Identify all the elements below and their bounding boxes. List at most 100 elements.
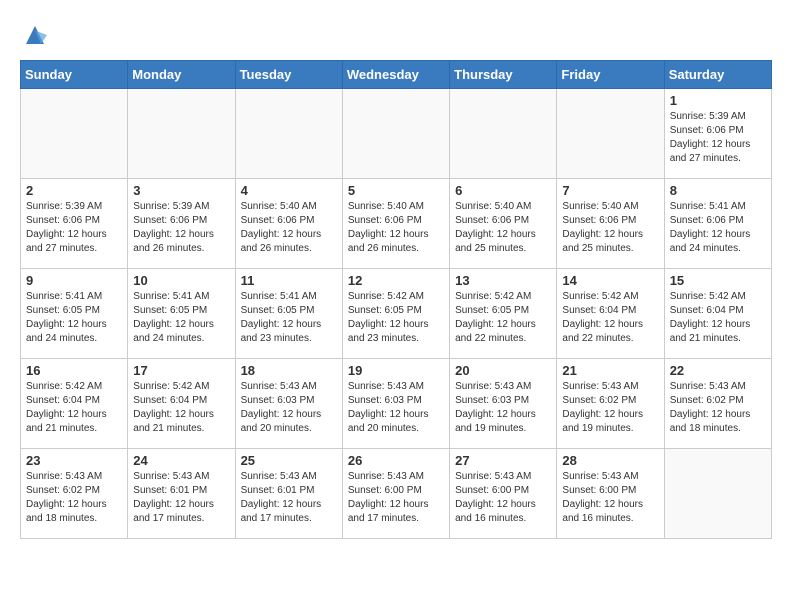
calendar-cell: 20 Sunrise: 5:43 AM Sunset: 6:03 PM Dayli… — [450, 359, 557, 449]
calendar-cell: 24Sunrise: 5:43 AM Sunset: 6:01 PM Dayli… — [128, 449, 235, 539]
calendar-cell: 18 Sunrise: 5:43 AM Sunset: 6:03 PM Dayli… — [235, 359, 342, 449]
calendar-table: SundayMondayTuesdayWednesdayThursdayFrid… — [20, 60, 772, 539]
day-info: Sunrise: 5:43 AM Sunset: 6:03 PM Dayligh… — [348, 380, 444, 436]
calendar-cell: 5 Sunrise: 5:40 AM Sunset: 6:06 PM Daylig… — [342, 179, 449, 269]
day-info: Sunrise: 5:40 AM Sunset: 6:06 PM Dayligh… — [562, 200, 658, 256]
day-info: Sunrise: 5:40 AM Sunset: 6:06 PM Dayligh… — [348, 200, 444, 256]
day-info: Sunrise: 5:43 AM Sunset: 6:02 PM Dayligh… — [562, 380, 658, 436]
calendar-week-row: 23 Sunrise: 5:43 AM Sunset: 6:02 PM Dayli… — [21, 449, 772, 539]
day-info: Sunrise: 5:41 AM Sunset: 6:05 PM Dayligh… — [133, 290, 229, 346]
calendar-week-row: 2Sunrise: 5:39 AM Sunset: 6:06 PM Daylig… — [21, 179, 772, 269]
calendar-week-row: 1 Sunrise: 5:39 AM Sunset: 6:06 PM Daylig… — [21, 89, 772, 179]
day-info: Sunrise: 5:39 AM Sunset: 6:06 PM Dayligh… — [26, 200, 122, 256]
calendar-cell: 2Sunrise: 5:39 AM Sunset: 6:06 PM Daylig… — [21, 179, 128, 269]
day-info: Sunrise: 5:43 AM Sunset: 6:02 PM Dayligh… — [26, 470, 122, 526]
day-info: Sunrise: 5:42 AM Sunset: 6:04 PM Dayligh… — [562, 290, 658, 346]
day-info: Sunrise: 5:43 AM Sunset: 6:01 PM Dayligh… — [133, 470, 229, 526]
calendar-cell: 22 Sunrise: 5:43 AM Sunset: 6:02 PM Dayli… — [664, 359, 771, 449]
day-number: 14 — [562, 273, 658, 288]
calendar-week-row: 9 Sunrise: 5:41 AM Sunset: 6:05 PM Daylig… — [21, 269, 772, 359]
calendar-cell: 8 Sunrise: 5:41 AM Sunset: 6:06 PM Daylig… — [664, 179, 771, 269]
day-number: 28 — [562, 453, 658, 468]
calendar-cell: 6 Sunrise: 5:40 AM Sunset: 6:06 PM Daylig… — [450, 179, 557, 269]
logo — [20, 20, 54, 50]
day-info: Sunrise: 5:41 AM Sunset: 6:05 PM Dayligh… — [26, 290, 122, 346]
day-info: Sunrise: 5:43 AM Sunset: 6:03 PM Dayligh… — [241, 380, 337, 436]
day-info: Sunrise: 5:41 AM Sunset: 6:06 PM Dayligh… — [670, 200, 766, 256]
calendar-cell — [21, 89, 128, 179]
weekday-header: Saturday — [664, 61, 771, 89]
day-number: 13 — [455, 273, 551, 288]
weekday-header: Tuesday — [235, 61, 342, 89]
calendar-cell: 23 Sunrise: 5:43 AM Sunset: 6:02 PM Dayli… — [21, 449, 128, 539]
day-info: Sunrise: 5:43 AM Sunset: 6:00 PM Dayligh… — [562, 470, 658, 526]
day-number: 20 — [455, 363, 551, 378]
day-number: 26 — [348, 453, 444, 468]
calendar-cell: 27 Sunrise: 5:43 AM Sunset: 6:00 PM Dayli… — [450, 449, 557, 539]
day-info: Sunrise: 5:41 AM Sunset: 6:05 PM Dayligh… — [241, 290, 337, 346]
calendar-cell — [128, 89, 235, 179]
day-info: Sunrise: 5:42 AM Sunset: 6:05 PM Dayligh… — [455, 290, 551, 346]
calendar-cell: 10 Sunrise: 5:41 AM Sunset: 6:05 PM Dayli… — [128, 269, 235, 359]
day-info: Sunrise: 5:42 AM Sunset: 6:04 PM Dayligh… — [670, 290, 766, 346]
day-number: 11 — [241, 273, 337, 288]
day-number: 25 — [241, 453, 337, 468]
calendar-cell: 26 Sunrise: 5:43 AM Sunset: 6:00 PM Dayli… — [342, 449, 449, 539]
day-info: Sunrise: 5:42 AM Sunset: 6:04 PM Dayligh… — [26, 380, 122, 436]
day-number: 1 — [670, 93, 766, 108]
day-number: 27 — [455, 453, 551, 468]
day-number: 22 — [670, 363, 766, 378]
calendar-cell: 28 Sunrise: 5:43 AM Sunset: 6:00 PM Dayli… — [557, 449, 664, 539]
day-number: 21 — [562, 363, 658, 378]
calendar-cell: 13 Sunrise: 5:42 AM Sunset: 6:05 PM Dayli… — [450, 269, 557, 359]
day-number: 5 — [348, 183, 444, 198]
calendar-cell: 7 Sunrise: 5:40 AM Sunset: 6:06 PM Daylig… — [557, 179, 664, 269]
day-number: 9 — [26, 273, 122, 288]
day-number: 18 — [241, 363, 337, 378]
day-info: Sunrise: 5:43 AM Sunset: 6:02 PM Dayligh… — [670, 380, 766, 436]
day-number: 4 — [241, 183, 337, 198]
calendar-cell: 1 Sunrise: 5:39 AM Sunset: 6:06 PM Daylig… — [664, 89, 771, 179]
calendar-cell — [342, 89, 449, 179]
calendar-cell: 12Sunrise: 5:42 AM Sunset: 6:05 PM Dayli… — [342, 269, 449, 359]
day-number: 19 — [348, 363, 444, 378]
day-info: Sunrise: 5:43 AM Sunset: 6:00 PM Dayligh… — [455, 470, 551, 526]
day-info: Sunrise: 5:40 AM Sunset: 6:06 PM Dayligh… — [241, 200, 337, 256]
calendar-cell: 19 Sunrise: 5:43 AM Sunset: 6:03 PM Dayli… — [342, 359, 449, 449]
day-number: 3 — [133, 183, 229, 198]
weekday-header: Wednesday — [342, 61, 449, 89]
day-info: Sunrise: 5:43 AM Sunset: 6:03 PM Dayligh… — [455, 380, 551, 436]
calendar-cell: 9 Sunrise: 5:41 AM Sunset: 6:05 PM Daylig… — [21, 269, 128, 359]
day-info: Sunrise: 5:40 AM Sunset: 6:06 PM Dayligh… — [455, 200, 551, 256]
calendar-cell — [235, 89, 342, 179]
day-number: 6 — [455, 183, 551, 198]
calendar-cell: 15Sunrise: 5:42 AM Sunset: 6:04 PM Dayli… — [664, 269, 771, 359]
weekday-header: Sunday — [21, 61, 128, 89]
day-number: 17 — [133, 363, 229, 378]
day-info: Sunrise: 5:43 AM Sunset: 6:00 PM Dayligh… — [348, 470, 444, 526]
day-number: 7 — [562, 183, 658, 198]
calendar-cell: 11 Sunrise: 5:41 AM Sunset: 6:05 PM Dayli… — [235, 269, 342, 359]
day-number: 16 — [26, 363, 122, 378]
calendar-week-row: 16 Sunrise: 5:42 AM Sunset: 6:04 PM Dayli… — [21, 359, 772, 449]
weekday-header: Friday — [557, 61, 664, 89]
day-info: Sunrise: 5:39 AM Sunset: 6:06 PM Dayligh… — [670, 110, 766, 166]
calendar-cell — [557, 89, 664, 179]
page-header — [20, 20, 772, 50]
day-number: 10 — [133, 273, 229, 288]
calendar-cell: 4 Sunrise: 5:40 AM Sunset: 6:06 PM Daylig… — [235, 179, 342, 269]
day-info: Sunrise: 5:43 AM Sunset: 6:01 PM Dayligh… — [241, 470, 337, 526]
day-info: Sunrise: 5:42 AM Sunset: 6:04 PM Dayligh… — [133, 380, 229, 436]
calendar-cell — [450, 89, 557, 179]
day-info: Sunrise: 5:39 AM Sunset: 6:06 PM Dayligh… — [133, 200, 229, 256]
calendar-cell: 17 Sunrise: 5:42 AM Sunset: 6:04 PM Dayli… — [128, 359, 235, 449]
weekday-header: Monday — [128, 61, 235, 89]
calendar-cell: 16 Sunrise: 5:42 AM Sunset: 6:04 PM Dayli… — [21, 359, 128, 449]
day-number: 8 — [670, 183, 766, 198]
weekday-header-row: SundayMondayTuesdayWednesdayThursdayFrid… — [21, 61, 772, 89]
day-number: 23 — [26, 453, 122, 468]
weekday-header: Thursday — [450, 61, 557, 89]
calendar-cell: 3 Sunrise: 5:39 AM Sunset: 6:06 PM Daylig… — [128, 179, 235, 269]
calendar-cell: 21 Sunrise: 5:43 AM Sunset: 6:02 PM Dayli… — [557, 359, 664, 449]
day-number: 12 — [348, 273, 444, 288]
